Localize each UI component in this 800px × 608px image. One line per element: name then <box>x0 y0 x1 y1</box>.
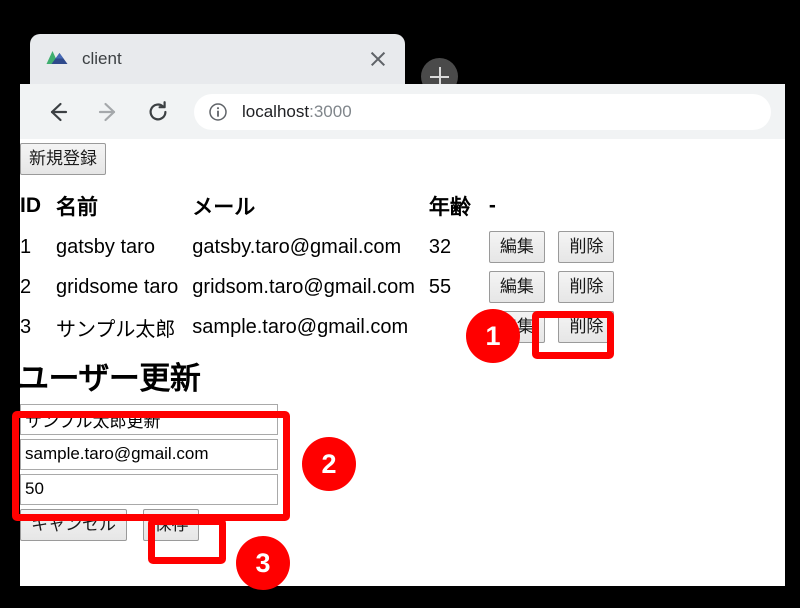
address-bar[interactable]: localhost:3000 <box>194 93 771 130</box>
user-update-form-fields <box>20 404 785 505</box>
url-host: localhost <box>242 101 310 121</box>
cell-actions: 編集 削除 <box>488 227 633 267</box>
gridsome-mountain-favicon-icon <box>46 47 68 69</box>
form-actions: キャンセル 保存 <box>20 509 785 541</box>
screenshot-root: client localhost:3000 新規登録 ID 名前 メール 年齢 … <box>0 0 800 608</box>
tab-strip: client <box>20 22 785 95</box>
table-row: 1 gatsby taro gatsby.taro@gmail.com 32 編… <box>20 227 632 267</box>
url-text: localhost:3000 <box>242 102 352 122</box>
cell-id: 1 <box>20 235 32 258</box>
cell-name: gatsby taro <box>56 235 155 258</box>
cell-id: 3 <box>20 315 32 338</box>
cell-age: 32 <box>428 235 452 258</box>
edit-button-row-1[interactable]: 編集 <box>488 231 545 263</box>
cell-actions: 編集 削除 <box>488 307 633 347</box>
column-header-age: 年齢 <box>428 196 471 219</box>
column-header-email: メール <box>192 196 256 219</box>
cell-age: 55 <box>428 275 452 298</box>
delete-button-row-1[interactable]: 削除 <box>558 231 615 263</box>
cell-email: gridsom.taro@gmail.com <box>192 275 415 298</box>
age-field[interactable] <box>20 474 278 505</box>
column-header-id: ID <box>20 194 41 217</box>
close-icon[interactable] <box>365 46 391 72</box>
save-button[interactable]: 保存 <box>143 509 200 541</box>
cell-email: gatsby.taro@gmail.com <box>192 235 402 258</box>
cell-name: gridsome taro <box>56 275 179 298</box>
table-header-row: ID 名前 メール 年齢 - <box>20 189 632 227</box>
browser-tab-client[interactable]: client <box>30 34 405 84</box>
name-field[interactable] <box>20 404 278 435</box>
email-field[interactable] <box>20 439 278 470</box>
tab-title: client <box>82 49 122 68</box>
column-header-name: 名前 <box>56 196 98 219</box>
user-table-body: 1 gatsby taro gatsby.taro@gmail.com 32 編… <box>20 227 632 347</box>
reload-icon <box>145 99 171 125</box>
cell-id: 2 <box>20 275 32 298</box>
browser-toolbar: localhost:3000 <box>20 84 785 139</box>
cell-actions: 編集 削除 <box>488 267 633 307</box>
forward-button[interactable] <box>86 90 130 134</box>
user-table-head: ID 名前 メール 年齢 - <box>20 189 632 227</box>
cell-email: sample.taro@gmail.com <box>192 315 409 338</box>
app-content: 新規登録 ID 名前 メール 年齢 - 1 gatsby taro gatsby… <box>20 143 785 541</box>
url-port: :3000 <box>309 101 352 121</box>
edit-button-row-2[interactable]: 編集 <box>488 271 545 303</box>
back-button[interactable] <box>36 90 80 134</box>
table-row: 2 gridsome taro gridsom.taro@gmail.com 5… <box>20 267 632 307</box>
page-viewport: 新規登録 ID 名前 メール 年齢 - 1 gatsby taro gatsby… <box>20 139 785 586</box>
cell-name: サンプル太郎 <box>56 318 176 341</box>
user-table: ID 名前 メール 年齢 - 1 gatsby taro gatsby.taro… <box>20 189 632 347</box>
arrow-right-icon <box>95 99 121 125</box>
page-title: ユーザー更新 <box>20 361 201 396</box>
cell-age <box>429 307 489 347</box>
table-row: 3 サンプル太郎 sample.taro@gmail.com 編集 削除 <box>20 307 632 347</box>
new-register-button[interactable]: 新規登録 <box>20 143 106 175</box>
cancel-button[interactable]: キャンセル <box>20 509 127 541</box>
reload-button[interactable] <box>136 90 180 134</box>
edit-button-row-3[interactable]: 編集 <box>488 311 545 343</box>
arrow-left-icon <box>45 99 71 125</box>
column-header-actions: - <box>488 194 496 217</box>
info-circle-icon[interactable] <box>208 102 228 122</box>
browser-window: client localhost:3000 新規登録 ID 名前 メール 年齢 … <box>20 22 785 586</box>
delete-button-row-2[interactable]: 削除 <box>558 271 615 303</box>
delete-button-row-3[interactable]: 削除 <box>558 311 615 343</box>
